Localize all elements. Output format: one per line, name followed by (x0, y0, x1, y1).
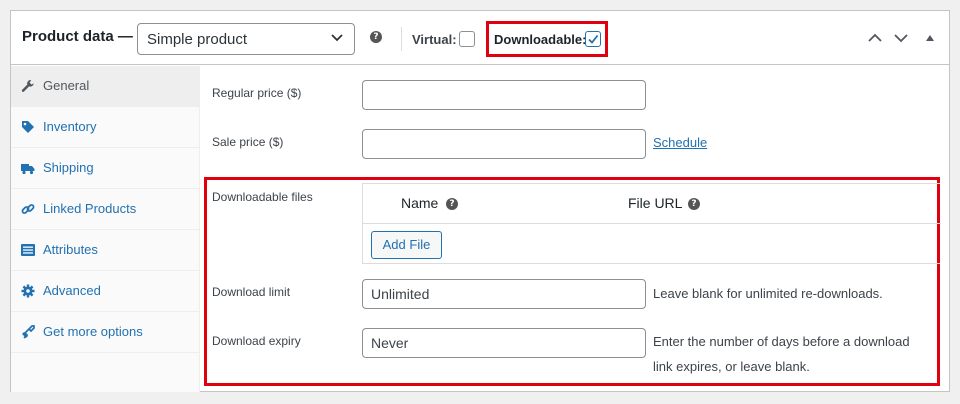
tab-shipping[interactable]: Shipping (11, 148, 200, 189)
col-file-url-header: File URL (628, 195, 683, 211)
product-data-panel: Product data — Simple product ? Virtual:… (10, 10, 950, 392)
list-icon (21, 244, 35, 256)
plugin-icon (22, 325, 35, 339)
downloadable-checkbox[interactable] (585, 31, 601, 47)
tab-label: Get more options (43, 324, 143, 339)
link-icon (21, 204, 35, 214)
download-expiry-placeholder: Never (371, 335, 409, 351)
download-limit-label: Download limit (212, 285, 291, 299)
regular-price-label: Regular price ($) (212, 86, 302, 100)
tab-linked-products[interactable]: Linked Products (11, 189, 200, 230)
product-data-tabs: General Inventory Shipping Linked Produc… (11, 66, 200, 392)
files-table-header: Name ? File URL ? (363, 184, 941, 224)
product-type-select[interactable]: Simple product (137, 23, 355, 55)
download-expiry-description-line: link expires, or leave blank. (653, 359, 810, 374)
truck-icon (21, 164, 35, 175)
collapse-toggle-icon[interactable] (925, 34, 935, 42)
tab-general[interactable]: General (11, 66, 200, 107)
regular-price-input[interactable] (362, 80, 646, 110)
wrench-icon (21, 80, 34, 92)
checkmark-icon (588, 34, 599, 44)
product-data-header: Product data — Simple product ? Virtual:… (11, 11, 949, 65)
product-type-value: Simple product (147, 31, 248, 48)
tab-advanced[interactable]: Advanced (11, 271, 200, 312)
schedule-link[interactable]: Schedule (653, 135, 707, 150)
downloadable-files-label: Downloadable files (212, 190, 313, 204)
move-up-icon[interactable] (868, 33, 882, 43)
tab-get-more-options[interactable]: Get more options (11, 312, 200, 353)
chevron-down-icon (331, 34, 343, 42)
download-expiry-description-line: Enter the number of days before a downlo… (653, 334, 910, 349)
download-expiry-label: Download expiry (212, 334, 301, 348)
tab-label: Shipping (43, 160, 94, 175)
help-icon[interactable]: ? (688, 198, 700, 210)
download-expiry-input[interactable]: Never (362, 328, 646, 358)
download-limit-description: Leave blank for unlimited re-downloads. (653, 286, 883, 301)
download-limit-placeholder: Unlimited (371, 286, 430, 302)
tab-inventory[interactable]: Inventory (11, 107, 200, 148)
tab-label: Linked Products (43, 201, 137, 216)
panel-title: Product data — (22, 28, 133, 45)
downloadable-label: Downloadable: (494, 32, 587, 47)
help-icon[interactable]: ? (446, 198, 458, 210)
tab-label: General (43, 78, 90, 93)
virtual-label: Virtual: (412, 32, 457, 47)
tab-attributes[interactable]: Attributes (11, 230, 200, 271)
header-divider (401, 27, 402, 51)
sale-price-label: Sale price ($) (212, 135, 284, 149)
move-down-icon[interactable] (894, 33, 908, 43)
downloadable-files-table: Name ? File URL ? Add File (362, 183, 941, 264)
virtual-checkbox[interactable] (459, 31, 475, 47)
tag-icon (22, 121, 34, 133)
col-name-header: Name (401, 195, 439, 211)
tab-label: Attributes (43, 242, 98, 257)
download-limit-input[interactable]: Unlimited (362, 279, 646, 309)
gear-icon (21, 284, 35, 298)
tab-label: Inventory (43, 119, 97, 134)
tab-label: Advanced (43, 283, 101, 298)
download-expiry-description: Enter the number of days before a downlo… (653, 329, 937, 379)
help-icon[interactable]: ? (370, 31, 382, 43)
add-file-button[interactable]: Add File (371, 231, 442, 259)
sale-price-input[interactable] (362, 129, 646, 159)
